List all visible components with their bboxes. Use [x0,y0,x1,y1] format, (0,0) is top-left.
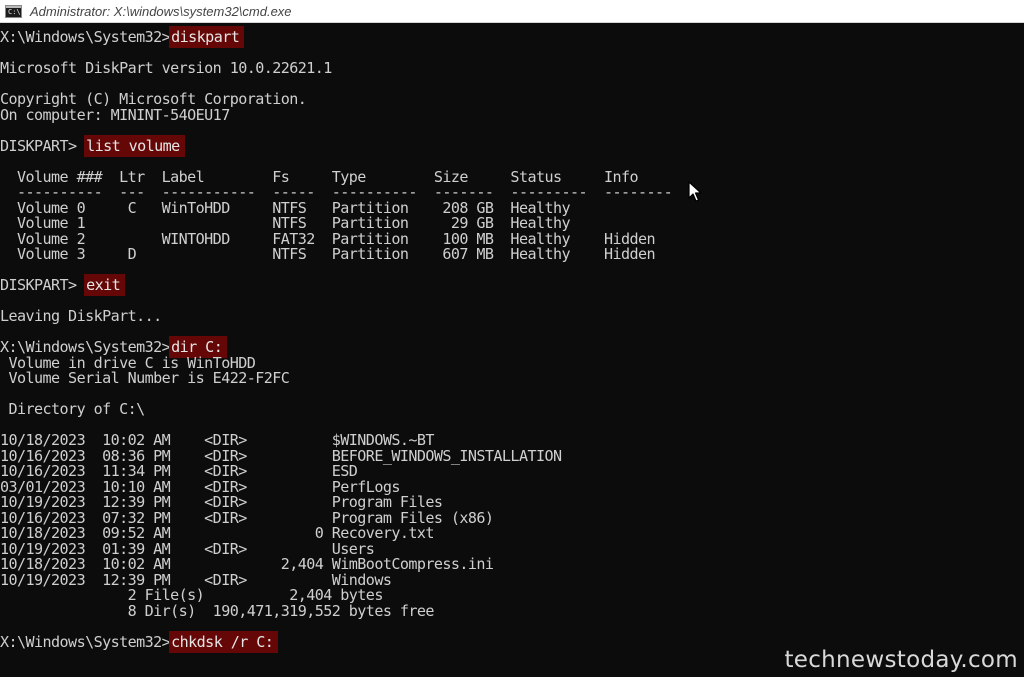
command-line: X:\Windows\System32>diskpart [0,26,672,48]
console-text: Microsoft DiskPart version 10.0.22621.1 [0,59,332,77]
cmd-window: C:\ Administrator: X:\windows\system32\c… [0,0,1024,677]
highlighted-command: list volume [84,134,185,157]
console-output[interactable]: X:\Windows\System32>diskpart Microsoft Di… [0,26,673,653]
output-line: On computer: MININT-54OEU17 [0,105,672,124]
output-line: Leaving DiskPart... [0,307,672,325]
prompt: DISKPART> [0,136,86,155]
cmd-icon-glyph: C:\ [8,7,21,16]
console-text: On computer: MININT-54OEU17 [0,105,230,124]
command-line: DISKPART> exit [0,274,672,296]
highlighted-command: chkdsk /r C: [169,630,279,653]
output-line: Directory of C:\ [0,400,672,418]
window-title: Administrator: X:\windows\system32\cmd.e… [30,3,292,19]
output-line: Microsoft DiskPart version 10.0.22621.1 [0,59,672,77]
console-text: Leaving DiskPart... [0,307,162,325]
prompt: X:\Windows\System32> [0,28,171,46]
prompt: DISKPART> [0,276,86,294]
command-line: DISKPART> list volume [0,134,672,157]
console-text: Volume 3 D NTFS Partition 607 MB Healthy… [0,245,656,263]
output-line: Volume Serial Number is E422-F2FC [0,369,672,387]
cmd-icon: C:\ [5,4,22,18]
output-line: Volume 3 D NTFS Partition 607 MB Healthy… [0,245,672,263]
output-line: 8 Dir(s) 190,471,319,552 bytes free [0,601,672,620]
console-text: Directory of C:\ [0,400,146,418]
command-line: X:\Windows\System32>chkdsk /r C: [0,630,672,653]
prompt: X:\Windows\System32> [0,632,171,651]
console-text: Volume Serial Number is E422-F2FC [0,369,290,387]
highlighted-command: diskpart [169,26,245,48]
mouse-pointer-icon [688,181,702,202]
highlighted-command: exit [84,274,126,296]
watermark: technewstoday.com [784,647,1018,673]
title-bar[interactable]: C:\ Administrator: X:\windows\system32\c… [0,0,1024,23]
console-text: 8 Dir(s) 190,471,319,552 bytes free [0,601,435,620]
